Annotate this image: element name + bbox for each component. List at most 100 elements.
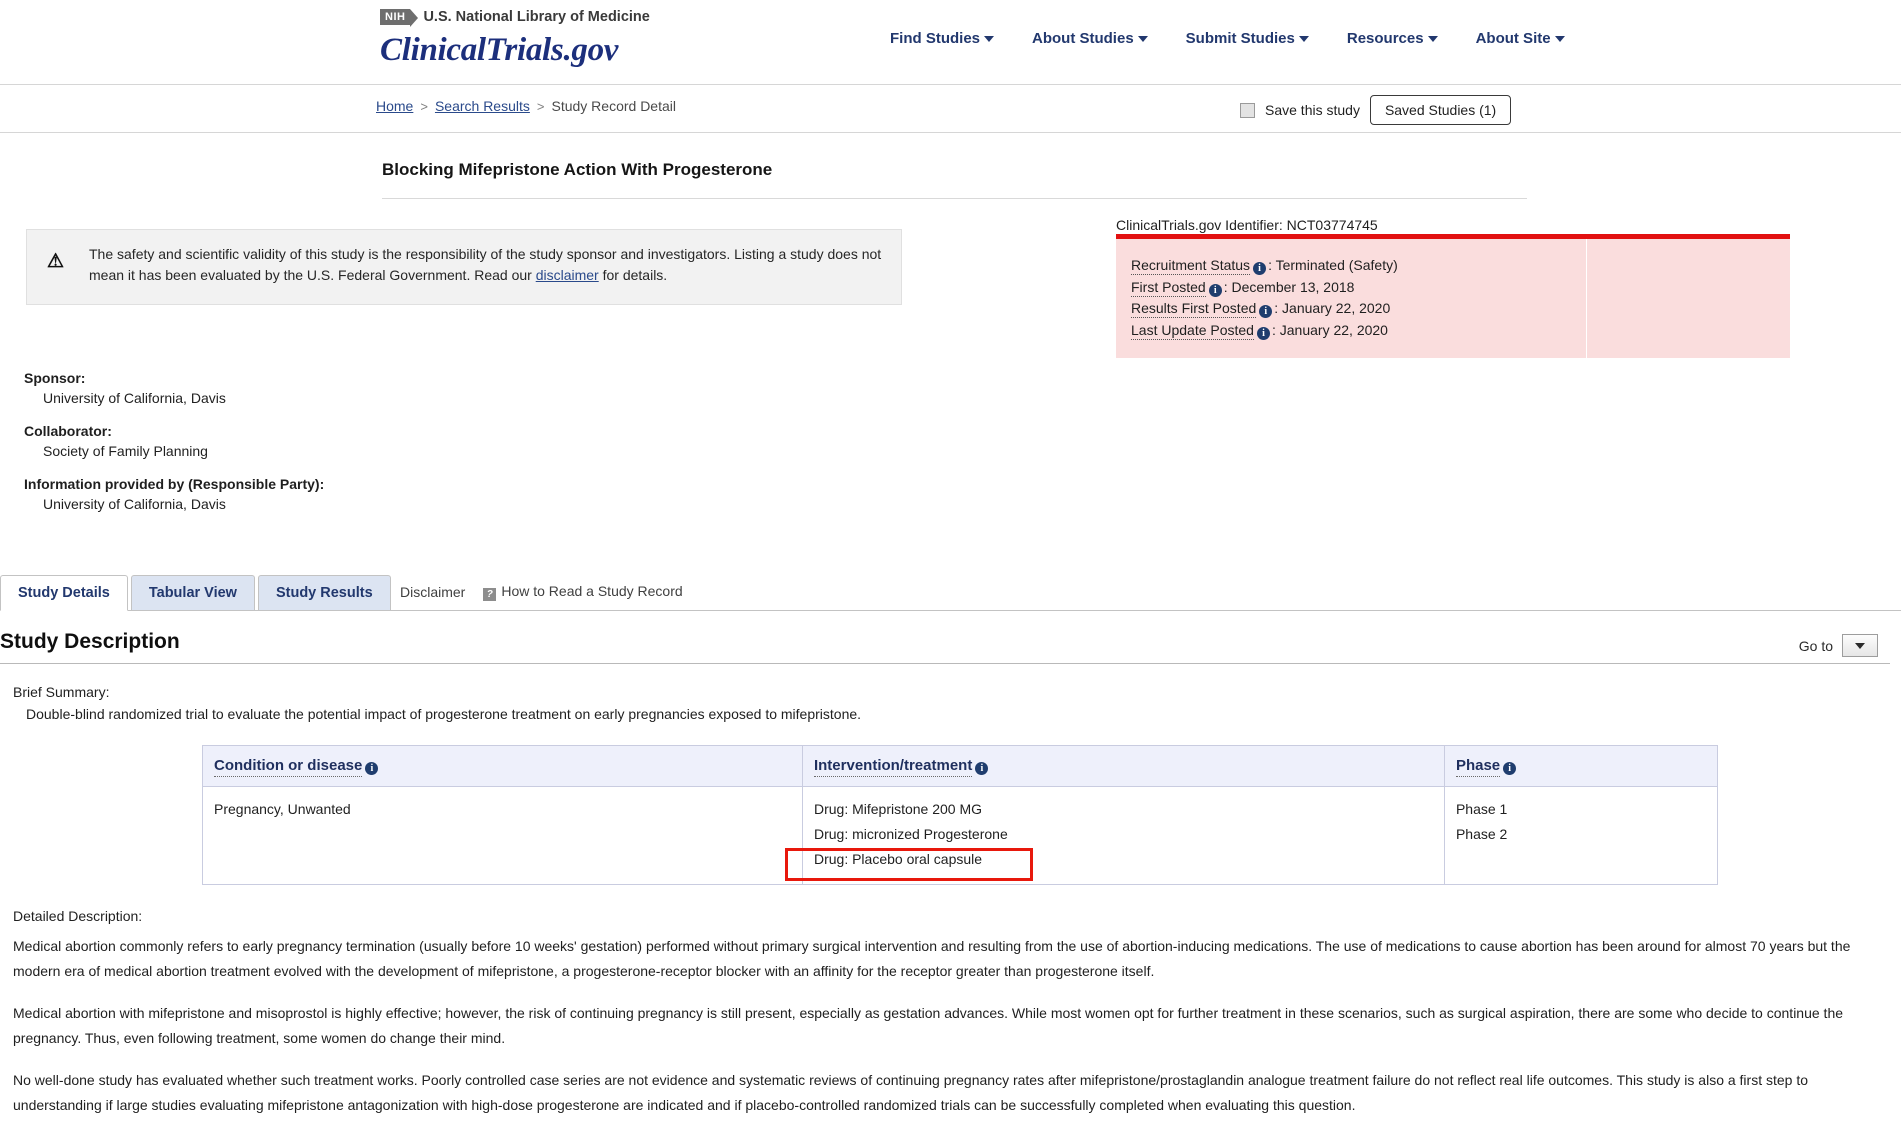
status-value-last-update-posted: January 22, 2020 (1279, 321, 1388, 338)
save-this-study-checkbox[interactable] (1240, 102, 1255, 118)
nav-resources[interactable]: Resources (1347, 30, 1438, 47)
chevron-down-icon (1137, 36, 1148, 43)
conditions-table-body: Pregnancy, Unwanted Drug: Mifepristone 2… (202, 786, 1719, 885)
nav-submit-studies[interactable]: Submit Studies (1186, 30, 1309, 47)
info-icon[interactable]: i (1253, 262, 1267, 275)
nav-find-studies-label: Find Studies (890, 30, 980, 47)
cell-phases: Phase 1 Phase 2 (1443, 786, 1719, 885)
cell-interventions: Drug: Mifepristone 200 MG Drug: microniz… (801, 786, 1445, 885)
conditions-table-head: Condition or disease i Intervention/treat… (202, 745, 1719, 787)
header-intervention: Intervention/treatment i (801, 745, 1445, 787)
breadcrumb-home[interactable]: Home (376, 98, 413, 114)
info-icon[interactable]: i (1256, 326, 1270, 340)
info-icon[interactable]: i (1208, 283, 1222, 297)
detailed-description-label: Detailed Description: (13, 908, 143, 924)
section-title: Study Description (0, 630, 180, 653)
status-box-divider (1586, 239, 1587, 358)
header-phase-label[interactable]: Phase (1455, 757, 1501, 777)
tab-tabular-view[interactable]: Tabular View (130, 575, 255, 610)
phase-item-1: Phase 1 (1455, 801, 1508, 817)
study-title-wrap: Blocking Mifepristone Action With Proges… (382, 160, 1527, 199)
chevron-down-icon (1298, 36, 1309, 43)
condition-value: Pregnancy, Unwanted (214, 801, 351, 817)
tab-study-results[interactable]: Study Results (257, 575, 391, 610)
chevron-down-icon (984, 36, 994, 43)
breadcrumb: Home > Search Results > Study Record Det… (376, 98, 676, 114)
breadcrumb-search-results[interactable]: Search Results (435, 98, 530, 114)
status-box: Recruitment Status i: Terminated (Safety)… (1116, 234, 1790, 358)
status-row-last-update-posted: Last Update Posted i: January 22, 2020 (1131, 321, 1388, 340)
intervention-item-2: Drug: micronized Progesterone (813, 826, 1008, 842)
nav-about-studies[interactable]: About Studies (1032, 30, 1148, 47)
nav-about-site[interactable]: About Site (1476, 30, 1565, 47)
intervention-item-1: Drug: Mifepristone 200 MG (813, 801, 983, 817)
responsible-party-value: University of California, Davis (43, 496, 226, 512)
cell-condition: Pregnancy, Unwanted (202, 786, 803, 885)
conditions-table: Condition or disease i Intervention/treat… (202, 745, 1719, 885)
header-condition-label[interactable]: Condition or disease (214, 757, 363, 777)
main-navigation: Find Studies About Studies Submit Studie… (890, 30, 1565, 47)
clinicaltrials-logo[interactable]: ClinicalTrials.gov (380, 32, 650, 69)
breadcrumb-separator: > (420, 99, 428, 114)
chevron-down-icon (1427, 36, 1438, 43)
status-row-recruitment: Recruitment Status i: Terminated (Safety) (1131, 257, 1398, 275)
how-to-read-label: How to Read a Study Record (501, 583, 683, 599)
intervention-item-3: Drug: Placebo oral capsule (813, 851, 983, 867)
question-mark-icon: ? (483, 588, 497, 601)
safety-disclaimer-text: The safety and scientific validity of th… (89, 244, 885, 286)
nav-submit-studies-label: Submit Studies (1185, 30, 1295, 47)
nav-about-studies-label: About Studies (1032, 30, 1134, 47)
status-row-first-posted: First Posted i: December 13, 2018 (1131, 278, 1355, 297)
status-label-first-posted[interactable]: First Posted (1131, 278, 1206, 297)
table-row: Pregnancy, Unwanted Drug: Mifepristone 2… (202, 786, 1719, 885)
info-icon[interactable]: i (1259, 305, 1273, 318)
tab-extra-links: Disclaimer ? How to Read a Study Record (400, 583, 683, 601)
page-title: Blocking Mifepristone Action With Proges… (382, 160, 1527, 199)
brief-summary-text: Double-blind randomized trial to evaluat… (26, 706, 862, 722)
save-this-study-label: Save this study (1265, 102, 1360, 118)
site-header: NIH U.S. National Library of Medicine Cl… (0, 0, 1901, 85)
sponsor-label: Sponsor: (24, 370, 86, 386)
nav-find-studies[interactable]: Find Studies (890, 30, 994, 47)
nct-identifier-label: ClinicalTrials.gov Identifier: (1116, 217, 1283, 233)
chevron-down-icon (1554, 36, 1565, 43)
detailed-paragraph-2: Medical abortion with mifepristone and m… (13, 1005, 1844, 1046)
info-icon[interactable]: i (1503, 762, 1517, 775)
brand-block[interactable]: NIH U.S. National Library of Medicine Cl… (380, 6, 650, 69)
warning-triangle-icon: ⚠ (47, 251, 65, 272)
info-icon[interactable]: i (975, 762, 989, 775)
go-to-control: Go to (1799, 634, 1878, 657)
go-to-label: Go to (1798, 637, 1833, 654)
nct-identifier: ClinicalTrials.gov Identifier: NCT037747… (1116, 217, 1378, 233)
breadcrumb-separator: > (536, 99, 545, 114)
header-intervention-label[interactable]: Intervention/treatment (813, 757, 973, 777)
parties-block: Sponsor: University of California, Davis… (24, 370, 324, 512)
disclaimer-tab-link[interactable]: Disclaimer (400, 584, 465, 600)
tab-study-details[interactable]: Study Details (0, 575, 128, 611)
how-to-read-link[interactable]: ? How to Read a Study Record (483, 583, 683, 601)
phase-item-2: Phase 2 (1455, 826, 1508, 842)
saved-studies-button[interactable]: Saved Studies (1) (1369, 95, 1512, 125)
status-label-recruitment[interactable]: Recruitment Status (1131, 257, 1251, 275)
info-icon[interactable]: i (365, 762, 379, 775)
responsible-party-label: Information provided by (Responsible Par… (24, 476, 325, 492)
header-phase: Phase i (1443, 745, 1719, 787)
save-study-block: Save this study Saved Studies (1) (1240, 95, 1512, 125)
header-condition: Condition or disease i (202, 745, 803, 787)
status-row-results-first-posted: Results First Posted i: January 22, 2020 (1131, 300, 1391, 318)
nav-about-site-label: About Site (1475, 30, 1551, 47)
disclaimer-link[interactable]: disclaimer (536, 267, 599, 283)
section-header: Study Description Go to (0, 630, 1890, 664)
breadcrumb-current: Study Record Detail (551, 98, 676, 114)
status-list: Recruitment Status i: Terminated (Safety)… (1131, 255, 1398, 341)
go-to-dropdown[interactable] (1842, 634, 1878, 657)
status-value-recruitment: Terminated (Safety) (1275, 257, 1398, 273)
nih-logo-icon: NIH (380, 9, 420, 27)
brief-summary-label: Brief Summary: (13, 684, 110, 700)
status-label-results-first-posted[interactable]: Results First Posted (1131, 300, 1257, 318)
tab-bar: Study Details Tabular View Study Results… (0, 572, 1901, 611)
status-label-last-update-posted[interactable]: Last Update Posted (1131, 321, 1254, 340)
nct-identifier-value: NCT03774745 (1286, 217, 1378, 233)
detailed-paragraph-3: No well-done study has evaluated whether… (13, 1072, 1809, 1113)
collaborator-value: Society of Family Planning (43, 443, 208, 459)
